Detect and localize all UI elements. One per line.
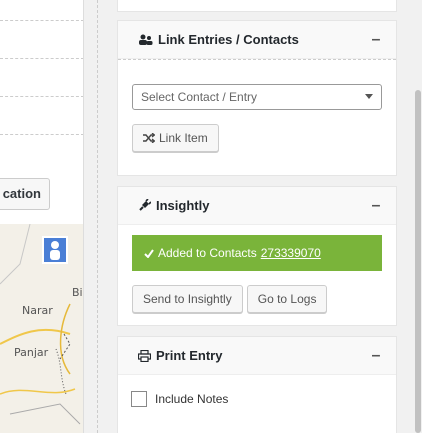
panel-header[interactable]: Link Entries / Contacts –: [118, 21, 396, 59]
panel-title: Print Entry: [156, 348, 223, 363]
notice-text: Added to Contacts: [158, 246, 257, 260]
link-item-button[interactable]: Link Item: [132, 124, 219, 152]
gutter-divider: [97, 0, 98, 433]
go-to-logs-button[interactable]: Go to Logs: [246, 285, 328, 313]
collapse-toggle-icon[interactable]: –: [368, 197, 384, 215]
contact-entry-select[interactable]: Select Contact / Entry: [132, 84, 382, 110]
divider: [0, 96, 83, 97]
divider: [0, 58, 83, 59]
send-to-insightly-button[interactable]: Send to Insightly: [132, 285, 243, 313]
panel-title: Insightly: [156, 198, 210, 213]
divider: [0, 20, 83, 21]
contact-id-link[interactable]: 273339070: [261, 246, 321, 260]
scrollbar[interactable]: [414, 0, 422, 433]
checkbox-label: Include Notes: [155, 392, 229, 406]
left-column: cation Bi Narar Panjar: [0, 0, 84, 433]
print-icon: [138, 349, 151, 362]
button-label: Link Item: [159, 131, 208, 145]
panel-title: Link Entries / Contacts: [158, 32, 299, 47]
include-notes-checkbox[interactable]: [131, 391, 147, 407]
print-entry-panel: Print Entry – Include Notes: [117, 336, 397, 433]
insightly-panel: Insightly – Added to Contacts 273339070 …: [117, 186, 397, 326]
map-label: Bi: [72, 286, 83, 299]
collapse-toggle-icon[interactable]: –: [368, 347, 384, 365]
select-placeholder: Select Contact / Entry: [141, 90, 258, 104]
users-icon: [139, 34, 153, 45]
plug-icon: [139, 199, 151, 211]
street-view-pegman-icon[interactable]: [42, 236, 68, 264]
location-button[interactable]: cation: [0, 178, 50, 210]
map-label: Panjar: [14, 346, 49, 359]
map[interactable]: Bi Narar Panjar: [0, 224, 83, 433]
collapse-toggle-icon[interactable]: –: [368, 31, 384, 49]
check-icon: [144, 248, 154, 258]
divider: [0, 134, 83, 135]
success-notice: Added to Contacts 273339070: [132, 235, 382, 271]
chevron-down-icon: [365, 94, 373, 99]
random-icon: [143, 133, 155, 143]
include-notes-option[interactable]: Include Notes: [131, 391, 383, 407]
link-entries-panel: Link Entries / Contacts – Select Contact…: [117, 20, 397, 176]
scrollbar-thumb[interactable]: [415, 90, 421, 433]
previous-panel: [117, 0, 397, 12]
panel-header[interactable]: Print Entry –: [118, 337, 396, 375]
map-label: Narar: [22, 304, 53, 317]
panel-header[interactable]: Insightly –: [118, 187, 396, 225]
